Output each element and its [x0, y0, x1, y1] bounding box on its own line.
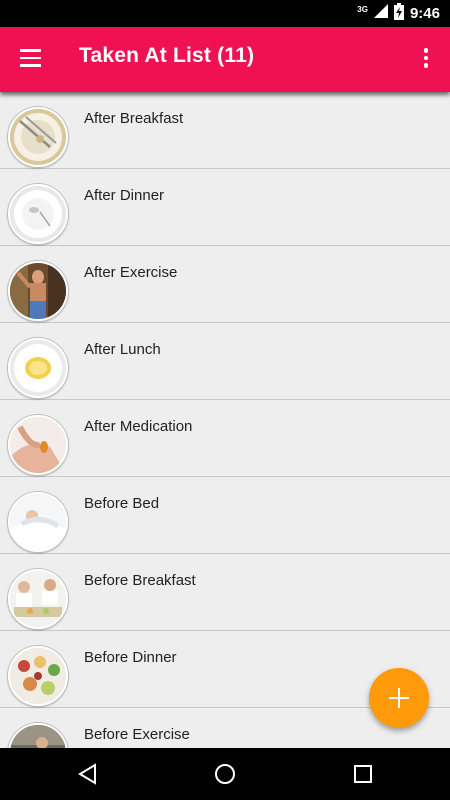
- clock: 9:46: [409, 5, 440, 22]
- thumbnail-image: [8, 338, 68, 398]
- thumbnail-image: [8, 184, 68, 244]
- list-item-label: After Exercise: [84, 264, 178, 281]
- more-vert-icon[interactable]: [422, 48, 430, 70]
- list-item[interactable]: Before Breakfast: [0, 554, 450, 631]
- list-item[interactable]: After Breakfast: [0, 92, 450, 169]
- recents-square-icon[interactable]: [351, 762, 375, 786]
- list-item-label: Before Bed: [84, 495, 160, 512]
- list-item[interactable]: After Dinner: [0, 169, 450, 246]
- page-title: Taken At List (11): [79, 44, 255, 67]
- status-bar: 3G 9:46: [0, 0, 450, 27]
- battery-icon: [393, 2, 404, 25]
- thumbnail-image: [8, 646, 68, 706]
- list-item[interactable]: After Lunch: [0, 323, 450, 400]
- signal-icon: [373, 4, 388, 23]
- thumbnail-image: [8, 492, 68, 552]
- add-button[interactable]: [369, 668, 429, 728]
- thumbnail-image: [8, 415, 68, 475]
- list-item[interactable]: After Medication: [0, 400, 450, 477]
- list-item-label: Before Exercise: [84, 726, 190, 743]
- navigation-bar: [0, 748, 450, 800]
- list-item-label: Before Breakfast: [84, 572, 196, 589]
- network-type-label: 3G: [357, 5, 368, 14]
- list-item-label: After Lunch: [84, 341, 161, 358]
- thumbnail-image: [8, 107, 68, 167]
- app-bar: Taken At List (11): [0, 27, 450, 92]
- list-item[interactable]: After Exercise: [0, 246, 450, 323]
- thumbnail-image: [8, 569, 68, 629]
- list-item-label: Before Dinner: [84, 649, 177, 666]
- list-item[interactable]: Before Bed: [0, 477, 450, 554]
- list-item-label: After Breakfast: [84, 110, 184, 127]
- hamburger-menu-icon[interactable]: [20, 49, 41, 67]
- plus-icon: [389, 688, 409, 708]
- list-item-label: After Medication: [84, 418, 193, 435]
- back-triangle-icon[interactable]: [76, 762, 100, 786]
- home-circle-icon[interactable]: [213, 762, 237, 786]
- taken-at-list: After Breakfast After Dinner After Exerc…: [0, 92, 450, 748]
- thumbnail-image: [8, 723, 68, 748]
- thumbnail-image: [8, 261, 68, 321]
- list-item-label: After Dinner: [84, 187, 165, 204]
